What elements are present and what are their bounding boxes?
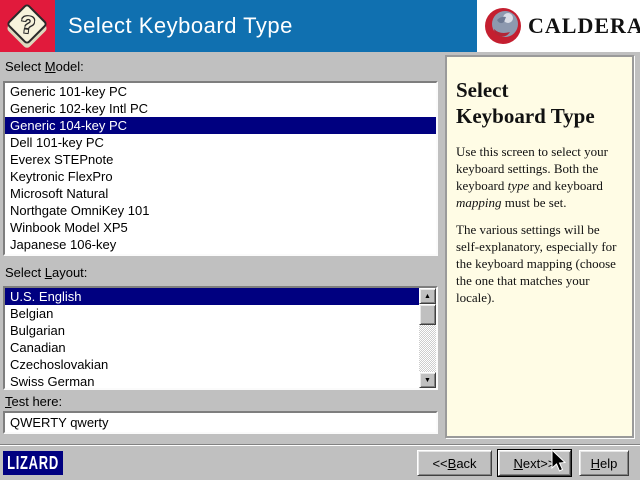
globe-icon xyxy=(484,7,522,45)
list-item[interactable]: Canadian xyxy=(5,339,419,356)
list-item[interactable]: Winbook Model XP5 xyxy=(5,219,436,236)
list-item[interactable]: Northgate OmniKey 101 xyxy=(5,202,436,219)
keyboard-test-input[interactable] xyxy=(3,411,438,434)
list-item[interactable]: Everex STEPnote xyxy=(5,151,436,168)
mouse-cursor xyxy=(551,449,567,473)
lizard-logo: LIZARD xyxy=(3,451,63,475)
scroll-up-icon[interactable]: ▲ xyxy=(419,288,436,304)
installer-window: ? Select Keyboard Type CALDERA Select Mo… xyxy=(0,0,640,480)
layout-rows: U.S. English Belgian Bulgarian Canadian … xyxy=(5,288,419,390)
brand-area: CALDERA xyxy=(477,0,640,52)
list-item[interactable]: Keytronic FlexPro xyxy=(5,168,436,185)
list-item[interactable]: Bulgarian xyxy=(5,322,419,339)
question-mark-glyph: ? xyxy=(0,0,55,52)
model-label: Select Model: xyxy=(5,59,84,74)
scrollbar-thumb[interactable] xyxy=(419,304,436,325)
header-bar: Select Keyboard Type xyxy=(55,0,477,52)
list-item[interactable]: Generic 101-key PC xyxy=(5,83,436,100)
footer-separator xyxy=(0,444,640,446)
layout-listbox[interactable]: U.S. English Belgian Bulgarian Canadian … xyxy=(3,286,438,390)
test-label: Test here: xyxy=(5,394,62,409)
page-title: Select Keyboard Type xyxy=(55,13,293,39)
list-item[interactable]: Czechoslovakian xyxy=(5,356,419,373)
back-button[interactable]: <<Back xyxy=(417,450,492,476)
help-title: SelectKeyboard Type xyxy=(456,77,623,129)
list-item[interactable]: Generic 102-key Intl PC xyxy=(5,100,436,117)
list-item[interactable]: Swiss German xyxy=(5,373,419,390)
list-item-selected[interactable]: U.S. English xyxy=(5,288,419,305)
list-item[interactable]: Belgian xyxy=(5,305,419,322)
layout-label: Select Layout: xyxy=(5,265,87,280)
step-icon-box: ? xyxy=(0,0,55,52)
help-panel: SelectKeyboard Type Use this screen to s… xyxy=(445,55,634,438)
list-item[interactable]: Microsoft Natural xyxy=(5,185,436,202)
help-paragraph: The various settings will be self-explan… xyxy=(456,221,623,306)
help-button[interactable]: Help xyxy=(579,450,629,476)
help-paragraph: Use this screen to select your keyboard … xyxy=(456,143,623,211)
caldera-wordmark: CALDERA xyxy=(528,13,640,39)
list-item[interactable]: Japanese 106-key xyxy=(5,236,436,253)
list-item-selected[interactable]: Generic 104-key PC xyxy=(5,117,436,134)
list-item[interactable]: Dell 101-key PC xyxy=(5,134,436,151)
layout-scrollbar[interactable]: ▲ ▼ xyxy=(419,288,436,388)
model-listbox[interactable]: Generic 101-key PC Generic 102-key Intl … xyxy=(3,81,438,256)
scroll-down-icon[interactable]: ▼ xyxy=(419,372,436,388)
